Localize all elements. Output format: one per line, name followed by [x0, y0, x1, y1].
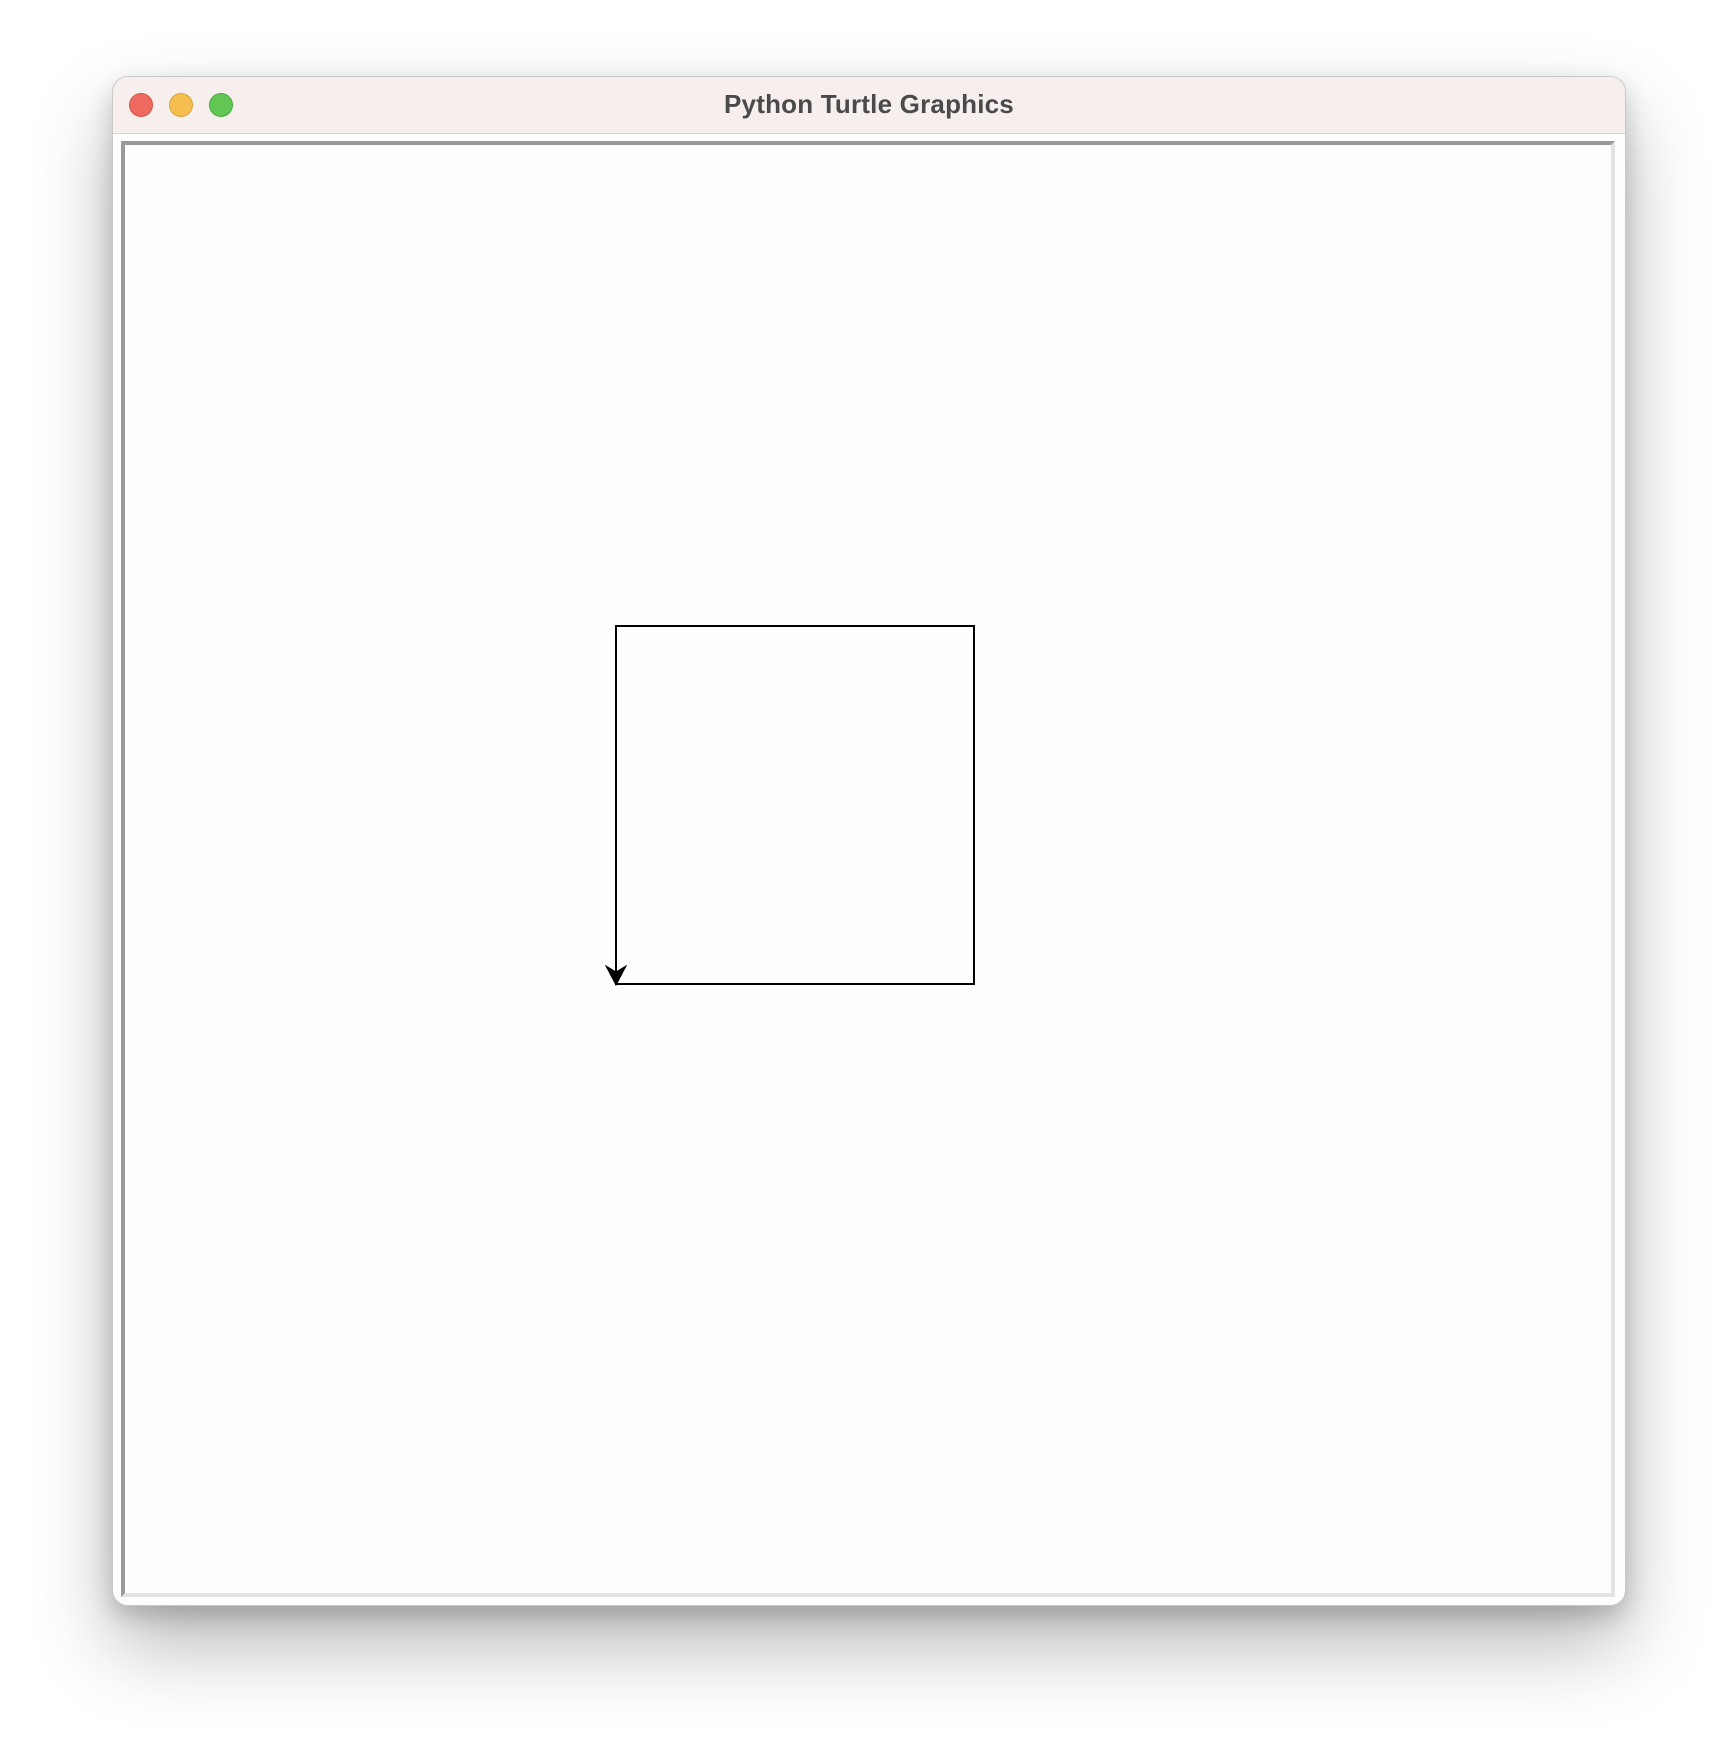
drawn-square	[615, 625, 975, 985]
desktop-stage: Python Turtle Graphics	[0, 0, 1736, 1752]
turtle-canvas[interactable]	[125, 145, 1611, 1593]
canvas-frame	[121, 141, 1615, 1597]
window-title: Python Turtle Graphics	[724, 89, 1014, 119]
title-bar[interactable]: Python Turtle Graphics	[113, 77, 1625, 134]
turtle-window: Python Turtle Graphics	[112, 76, 1626, 1606]
